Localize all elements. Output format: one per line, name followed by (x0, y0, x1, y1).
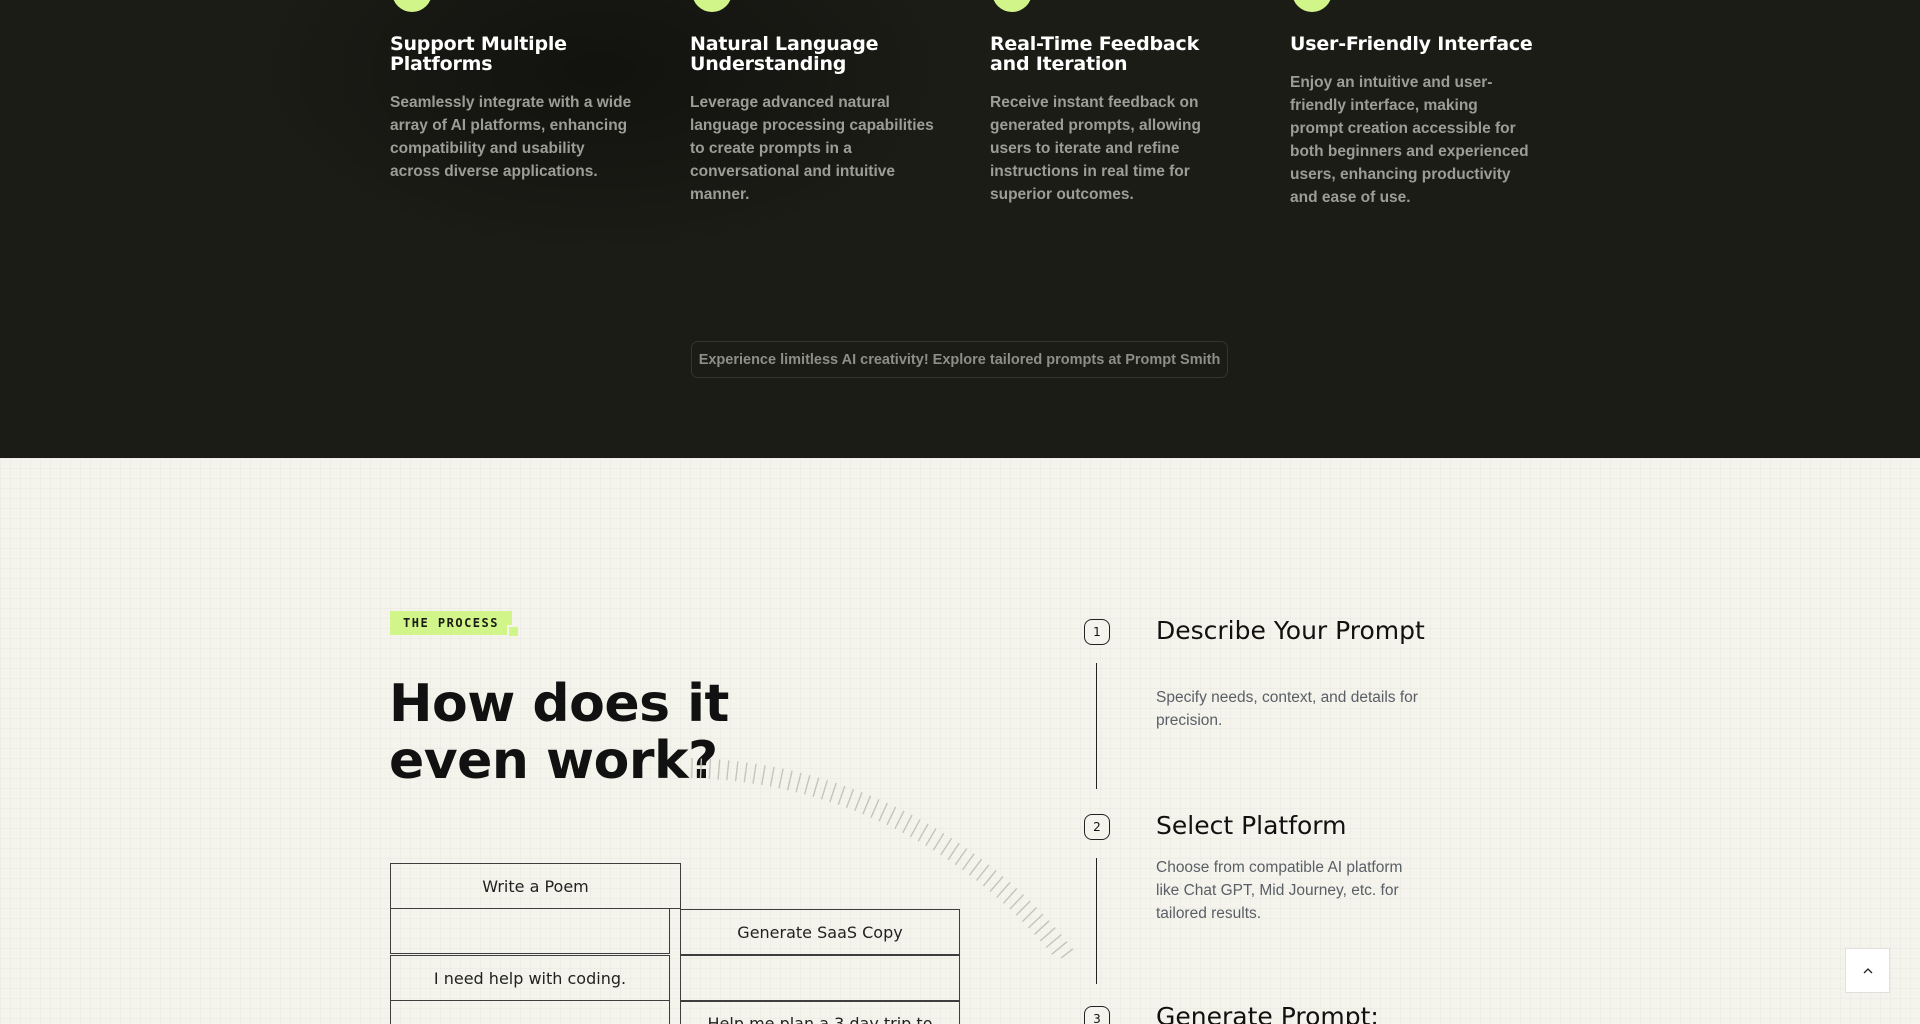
prompt-chip-coding[interactable]: I need help with coding. (390, 955, 670, 1001)
arc-tick (708, 758, 712, 779)
arc-tick (982, 870, 997, 887)
arc-tick (932, 832, 945, 851)
prompt-chip-trip[interactable]: Help me plan a 3 day trip to (680, 1001, 960, 1024)
step-description: Choose from compatible AI platform like … (1156, 859, 1403, 922)
arc-tick (845, 788, 855, 809)
arc-tick (975, 864, 990, 881)
arc-tick (989, 875, 1004, 893)
prompt-chip-placeholder (390, 908, 670, 954)
step-title: Describe Your Prompt (1156, 616, 1425, 645)
arc-tick (795, 772, 802, 793)
arc-tick (947, 842, 960, 861)
features-section: Support Multiple Platforms Seamlessly in… (0, 0, 1920, 458)
arc-tick (734, 761, 739, 782)
feature-description: Leverage advanced natural language proce… (690, 94, 934, 203)
feature-title: Real-Time Feedback and Iteration (990, 33, 1200, 75)
feature-description: Enjoy an intuitive and user-friendly int… (1290, 74, 1529, 206)
arc-tick (940, 837, 953, 856)
arc-tick (769, 766, 775, 787)
step-number-badge: 1 (1084, 619, 1110, 645)
feature-title: Support Multiple Platforms (390, 33, 567, 75)
step-number-badge: 2 (1084, 814, 1110, 840)
arc-tick (894, 810, 905, 830)
arc-tick (1002, 888, 1018, 904)
tag-corner-decoration (507, 625, 520, 638)
process-section: THE PROCESS How does it even work? Write… (0, 458, 1920, 1024)
arc-tick (837, 785, 846, 806)
arc-tick (761, 765, 766, 786)
arc-tick (917, 823, 929, 842)
arc-tick (778, 768, 784, 789)
chevron-up-icon (1863, 967, 1872, 973)
feature-icon-circle (992, 0, 1032, 12)
feature-description: Receive instant feedback on generated pr… (990, 94, 1201, 203)
step-number-badge: 3 (1084, 1006, 1110, 1024)
feature-title: Natural Language Understanding (690, 33, 879, 75)
step-connector-line (1096, 858, 1097, 984)
arc-tick (878, 802, 888, 822)
arc-tick (1021, 907, 1038, 923)
arc-tick (752, 763, 757, 784)
arc-tick (954, 847, 968, 866)
arc-tick (699, 758, 703, 779)
step-connector-line (1096, 663, 1097, 789)
feature-icon-circle (1292, 0, 1332, 12)
arc-tick (803, 775, 811, 795)
arc-tick (886, 806, 897, 826)
arc-tick (870, 799, 880, 818)
prompt-chip-saas[interactable]: Generate SaaS Copy (680, 909, 960, 955)
arc-tick (1060, 948, 1074, 958)
arc-tick (786, 770, 793, 791)
arc-tick (925, 828, 937, 847)
arc-tick (743, 762, 748, 783)
arc-tick (1015, 900, 1031, 916)
step-description: Specify needs, context, and details for … (1156, 689, 1418, 729)
arc-tick (961, 853, 975, 871)
arc-tick (726, 760, 730, 781)
arc-tick (1034, 920, 1050, 935)
arc-tick (862, 795, 872, 815)
step-title: Select Platform (1156, 811, 1347, 840)
arc-tick (968, 858, 983, 876)
promo-banner[interactable]: Experience limitless AI creativity! Expl… (691, 341, 1228, 378)
arc-tick (1045, 934, 1062, 949)
arc-tick (902, 814, 913, 834)
scroll-to-top-button[interactable] (1845, 948, 1890, 993)
prompt-chip-placeholder (680, 955, 960, 1001)
arc-tick (717, 759, 721, 780)
arc-tick (812, 777, 820, 797)
feature-title: User-Friendly Interface (1290, 33, 1533, 55)
arc-tick (996, 881, 1011, 898)
arc-tick (1028, 913, 1044, 929)
arc-tick (854, 792, 863, 812)
step-title: Generate Prompt: (1156, 1002, 1379, 1024)
arc-tick (1051, 941, 1068, 955)
arc-tick (1009, 894, 1025, 910)
arc-tick (1039, 927, 1056, 942)
arc-tick (829, 782, 837, 803)
arc-tick (909, 819, 921, 838)
section-tag: THE PROCESS (390, 611, 512, 635)
feature-description: Seamlessly integrate with a wide array o… (390, 94, 632, 180)
arc-tick (820, 779, 829, 800)
prompt-chip-placeholder (390, 1000, 670, 1024)
arc-tick (691, 758, 693, 779)
prompt-chip-poem[interactable]: Write a Poem (390, 863, 681, 909)
